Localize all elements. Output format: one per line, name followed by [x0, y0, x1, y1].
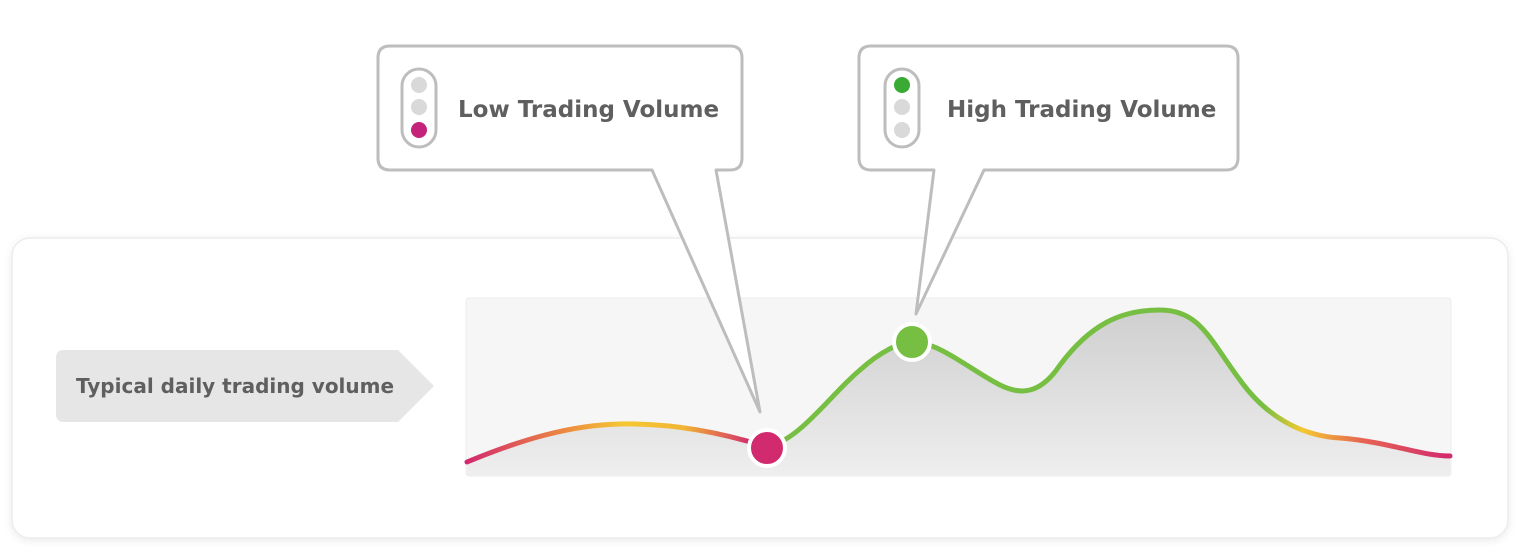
callout-high-label: High Trading Volume [947, 97, 1216, 123]
high-volume-marker [892, 322, 932, 362]
trading-volume-diagram: Typical daily trading volume Low Trading… [11, 44, 1509, 539]
row-label: Typical daily trading volume [76, 374, 394, 398]
light-middle [894, 99, 910, 115]
light-bottom [411, 122, 427, 138]
light-top [894, 77, 910, 93]
callout-low-label: Low Trading Volume [458, 97, 719, 123]
traffic-light-low-icon [400, 67, 438, 149]
light-middle [411, 99, 427, 115]
traffic-light-high-icon [883, 67, 921, 149]
light-top [411, 77, 427, 93]
light-bottom [894, 122, 910, 138]
low-volume-marker [747, 428, 787, 468]
